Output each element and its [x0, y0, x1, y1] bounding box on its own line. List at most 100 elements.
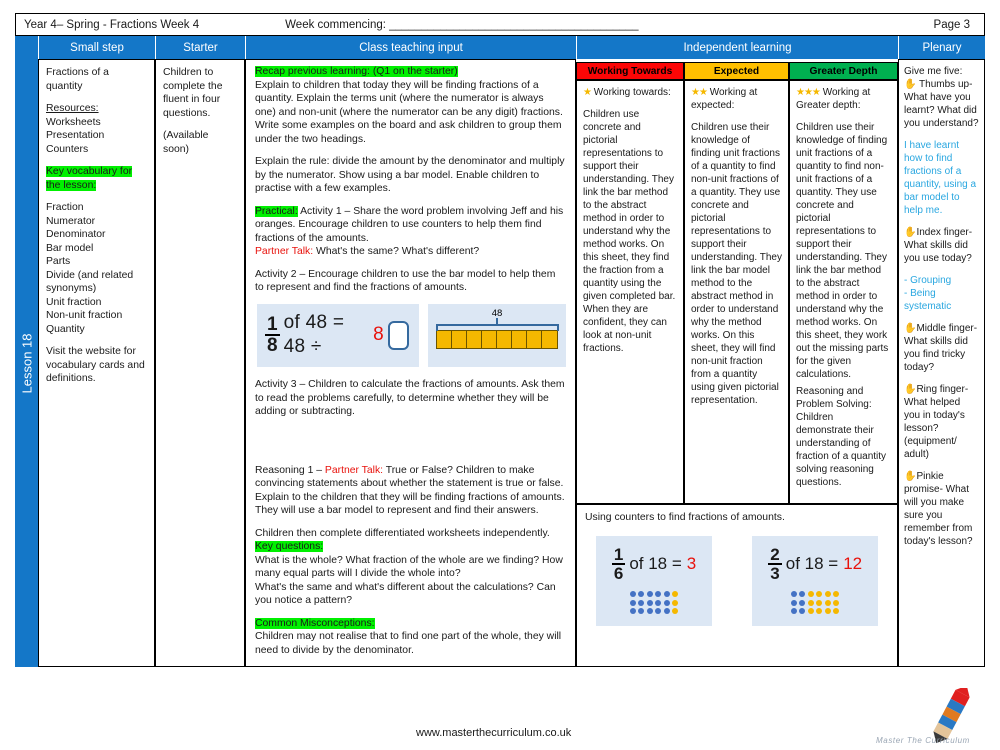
greater-depth-body: Children use their knowledge of finding … — [796, 122, 889, 380]
counter-dots-grid — [612, 591, 696, 615]
resource-item: Counters — [46, 143, 89, 155]
answer-input-box[interactable] — [387, 320, 409, 350]
starter-cell: Children to complete the fluent in four … — [155, 59, 245, 667]
header-class-teaching-input: Class teaching input — [245, 36, 576, 59]
key-question-item: What's the same and what's different abo… — [255, 581, 556, 607]
counter-dot-highlighted — [824, 591, 831, 598]
working-towards-body: Children use concrete and pictorial repr… — [583, 109, 676, 354]
star-rating-icon: ★★ — [691, 87, 708, 98]
subheader-working-towards: Working Towards — [576, 62, 684, 80]
resources-heading: Resources: — [46, 103, 99, 115]
plenary-cell: Give me five: ✋ Thumbs up- What have you… — [898, 59, 985, 667]
greater-depth-body-2: Reasoning and Problem Solving: Children … — [796, 386, 887, 488]
page-number: Page 3 — [933, 18, 970, 31]
counter-dot-highlighted — [672, 591, 679, 598]
spine-header-block — [15, 36, 38, 59]
counter-dot — [655, 599, 662, 606]
small-step-title: Fractions of a quantity — [46, 67, 109, 92]
counters-panel: Using counters to find fractions of amou… — [576, 504, 898, 667]
fraction-one-sixth: 1 6 — [611, 544, 626, 583]
vocab-item: Unit fraction — [46, 296, 102, 308]
expected-cell: ★★ Working at expected: Children use the… — [684, 80, 789, 504]
recap-body: Explain to children that today they will… — [255, 79, 563, 145]
counter-dot — [629, 599, 636, 606]
working-towards-cell: ★ Working towards: Children use concrete… — [576, 80, 684, 504]
counter-dot — [638, 599, 645, 606]
counter-dot-highlighted — [816, 608, 823, 615]
counters-caption: Using counters to find fractions of amou… — [585, 512, 785, 523]
counters-figures: 1 6 of 18 = 3 2 3 of 18 = 12 — [585, 535, 889, 627]
counter-dot-row — [790, 599, 840, 606]
counter-figure-two-thirds: 2 3 of 18 = 12 — [752, 535, 879, 627]
vocab-item: Denominator — [46, 229, 106, 241]
activity-2-text: Activity 2 – Encourage children to use t… — [255, 268, 556, 294]
plenary-item-thumbs-up: ✋ Thumbs up- What have you learnt? What … — [904, 79, 979, 129]
logo-wordmark: Master The Curriculum — [876, 736, 970, 745]
counter-dot — [655, 591, 662, 598]
reasoning-block: Reasoning 1 – Partner Talk: True or Fals… — [255, 464, 566, 518]
counter-dot-highlighted — [816, 591, 823, 598]
class-teaching-input-cell: Recap previous learning: (Q1 on the star… — [245, 59, 576, 667]
bar-model-brace-icon — [436, 318, 559, 332]
key-question-item: What is the whole? What fraction of the … — [255, 554, 563, 580]
counter-dot-highlighted — [833, 608, 840, 615]
counter-dot-row — [629, 591, 679, 598]
vocab-item: Quantity — [46, 323, 85, 335]
equation-divisor: 8 — [373, 324, 384, 346]
counter-dot-highlighted — [816, 599, 823, 606]
counter-dot-highlighted — [672, 608, 679, 615]
counter-dot — [629, 591, 636, 598]
reasoning-prefix: Reasoning 1 – — [255, 464, 323, 476]
lesson-number-label: Lesson 18 — [19, 333, 34, 393]
vocab-item: Numerator — [46, 215, 96, 227]
vocab-item: Divide (and related synonyms) — [46, 269, 134, 295]
header-small-step: Small step — [38, 36, 155, 59]
counter-dot — [646, 599, 653, 606]
counter-dot-row — [629, 608, 679, 615]
counter-dot-row — [629, 599, 679, 606]
counter-dot-row — [790, 591, 840, 598]
partner-talk-label-2: Partner Talk: — [324, 464, 384, 476]
counter-dot-highlighted — [807, 591, 814, 598]
misconceptions-body: Children may not realise that to find on… — [255, 631, 562, 656]
counter-dot — [638, 591, 645, 598]
plenary-item-index-finger: ✋Index finger- What skills did you use t… — [904, 227, 973, 264]
counter-equation-text: of 18 = — [785, 553, 839, 573]
counter-dot — [799, 599, 806, 606]
counter-dot — [646, 608, 653, 615]
title-bar: Year 4– Spring - Fractions Week 4 Week c… — [15, 13, 985, 36]
subheader-expected: Expected — [684, 62, 789, 80]
counter-dot-highlighted — [807, 599, 814, 606]
vocab-item: Parts — [46, 256, 71, 268]
counter-dot-highlighted — [833, 591, 840, 598]
counter-dot — [629, 608, 636, 615]
plenary-answer-index-finger: - Grouping - Being systematic — [904, 275, 952, 312]
fraction-two-thirds: 2 3 — [768, 544, 782, 583]
counter-dot — [799, 591, 806, 598]
recap-heading: Recap previous learning: (Q1 on the star… — [255, 66, 458, 77]
header-plenary: Plenary — [898, 36, 985, 59]
key-vocabulary-heading: Key vocabulary for the lesson: — [46, 166, 133, 191]
counter-figure-one-sixth: 1 6 of 18 = 3 — [595, 535, 713, 627]
starter-line-2: (Available soon) — [163, 130, 209, 155]
expected-subtitle: ★★ Working at expected: — [691, 87, 758, 111]
counter-dot — [799, 608, 806, 615]
subheader-greater-depth: Greater Depth — [789, 62, 898, 80]
practical-block: Practical: Activity 1 – Share the word p… — [255, 205, 566, 246]
activity-1-text: Activity 1 – Share the word problem invo… — [255, 205, 564, 244]
counter-dot — [646, 591, 653, 598]
bar-model-figure: 48 — [428, 303, 566, 368]
counter-dot-highlighted — [833, 599, 840, 606]
counter-dot-row — [790, 608, 840, 615]
bar-model-parts — [436, 330, 558, 350]
working-towards-subtitle: ★ Working towards: — [583, 87, 671, 98]
plenary-item-pinkie: ✋Pinkie promise- What will you make sure… — [904, 471, 973, 547]
resource-item: Worksheets — [46, 116, 101, 128]
counter-dot — [655, 608, 662, 615]
partner-talk-1: Partner Talk: What's the same? What's di… — [255, 245, 566, 259]
worksheets-line: Children then complete differentiated wo… — [255, 527, 550, 539]
plenary-item-middle-finger: ✋Middle finger- What skills did you find… — [904, 323, 978, 373]
counter-answer: 12 — [843, 553, 863, 573]
counter-dot-highlighted — [807, 608, 814, 615]
header-independent-learning: Independent learning — [576, 36, 898, 59]
